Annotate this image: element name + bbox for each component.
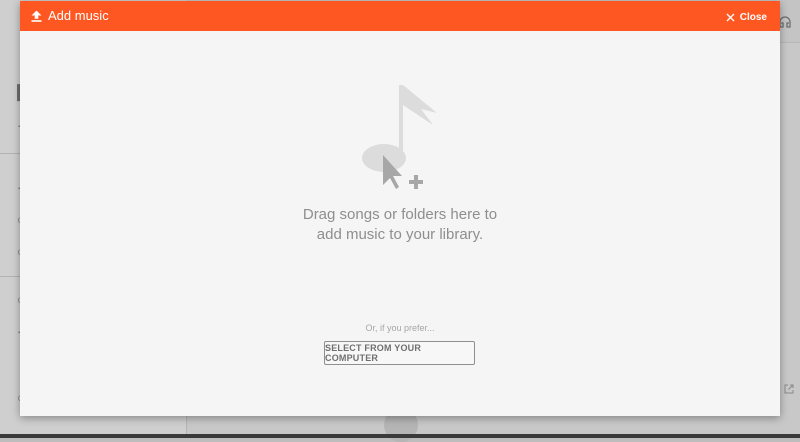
add-music-dialog: Add music Close Drag songs or folders he…: [20, 1, 780, 416]
dialog-header: Add music Close: [20, 1, 780, 31]
close-button[interactable]: Close: [726, 9, 767, 25]
drop-instructions-line-2: add music to your library.: [316, 226, 484, 243]
background-headset-icon: [779, 16, 791, 28]
drop-instructions-line-1: Drag songs or folders here to: [302, 206, 498, 223]
music-note-cursor-plus-icon: [362, 85, 437, 189]
background-divider: [0, 153, 20, 154]
dialog-title: Add music: [48, 8, 109, 23]
drop-instructions: Drag songs or folders here to add music …: [20, 205, 780, 245]
upload-icon: [31, 10, 42, 22]
close-icon[interactable]: [726, 13, 735, 22]
background-bottom-bar: [0, 434, 800, 438]
select-from-computer-button[interactable]: SELECT FROM YOUR COMPUTER: [324, 341, 475, 365]
open-in-new-icon: [784, 384, 794, 394]
close-button-label[interactable]: Close: [740, 12, 767, 23]
prefer-text: Or, if you prefer...: [365, 323, 435, 333]
background-divider: [0, 276, 20, 277]
